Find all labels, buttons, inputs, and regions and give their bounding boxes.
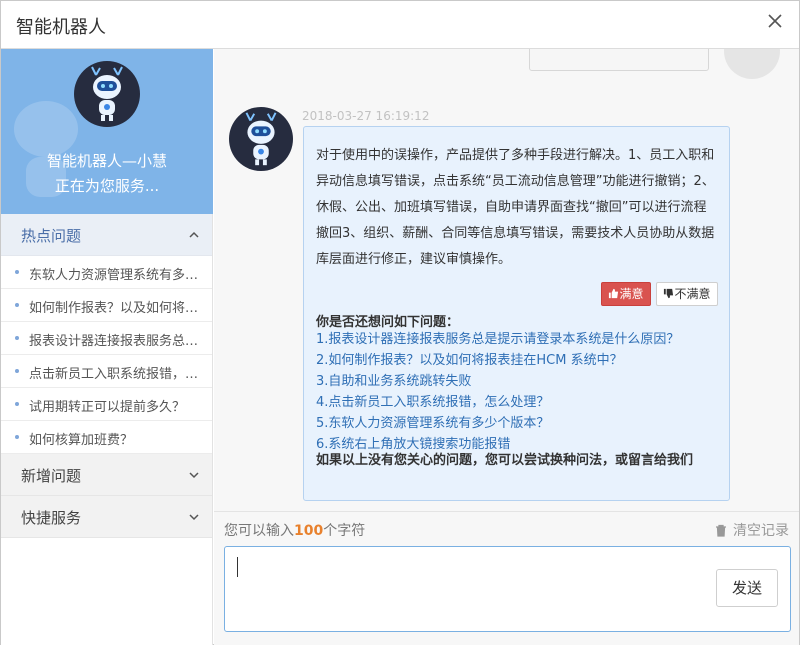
list-item[interactable]: 如何核算加班费？ xyxy=(1,421,212,454)
robot-avatar xyxy=(74,61,140,127)
suggestion-link[interactable]: 4.点击新员工入职系统报错，怎么处理？ xyxy=(316,392,679,413)
section-hot-label: 热点问题 xyxy=(21,227,82,245)
robot-avatar xyxy=(229,107,293,171)
list-item[interactable]: 东软人力资源管理系统有多少个版本？ xyxy=(1,256,212,289)
satisfied-button[interactable]: 满意 xyxy=(601,282,651,306)
thumbs-up-icon xyxy=(609,288,619,299)
unsatisfied-button[interactable]: 不满意 xyxy=(656,282,718,306)
list-item[interactable]: 如何制作报表？以及如何将报表挂在HCM 系统中？ xyxy=(1,289,212,322)
clear-history-button[interactable]: 清空记录 xyxy=(715,520,789,540)
section-new-questions[interactable]: 新增问题 xyxy=(1,454,212,496)
bullet-dot xyxy=(15,402,19,406)
bullet-dot xyxy=(15,303,19,307)
thumbs-down-icon xyxy=(664,288,674,299)
input-area: 您可以输入100个字符 清空记录 发送 xyxy=(214,511,799,645)
title-bar: 智能机器人 xyxy=(1,1,799,49)
window-title: 智能机器人 xyxy=(16,17,106,38)
satisfied-label: 满意 xyxy=(619,287,644,301)
chevron-down-icon xyxy=(189,472,199,479)
bullet-dot xyxy=(15,369,19,373)
chevron-down-icon xyxy=(189,514,199,521)
section-new-label: 新增问题 xyxy=(21,467,82,485)
previous-user-bubble xyxy=(529,49,709,71)
sidebar: 智能机器人—小慧 正在为您服务... 热点问题 东软人力资源管理系统有多少个版本… xyxy=(1,49,213,645)
section-hot-questions[interactable]: 热点问题 xyxy=(1,214,212,256)
bullet-dot xyxy=(15,336,19,340)
section-quick-label: 快捷服务 xyxy=(21,509,82,527)
char-limit-hint: 您可以输入100个字符 xyxy=(224,523,366,539)
suggestion-link[interactable]: 1.报表设计器连接报表服务总是提示请登录本系统是什么原因？ xyxy=(316,329,679,350)
user-avatar xyxy=(724,49,780,79)
chat-history[interactable]: 2018-03-27 16:19:12 对于使用中的误操作，产品提供了多种手段进… xyxy=(214,49,799,511)
message-timestamp: 2018-03-27 16:19:12 xyxy=(302,109,430,123)
robot-status: 正在为您服务... xyxy=(54,177,160,195)
section-quick-service[interactable]: 快捷服务 xyxy=(1,496,212,538)
char-limit-number: 100 xyxy=(294,523,324,539)
bullet-dot xyxy=(15,270,19,274)
answer-text: 对于使用中的误操作，产品提供了多种手段进行解决。1、员工入职和异动信息填写错误，… xyxy=(316,148,715,267)
trash-icon xyxy=(716,524,726,537)
suggestion-link[interactable]: 2.如何制作报表？以及如何将报表挂在HCM 系统中？ xyxy=(316,350,679,371)
clear-history-label: 清空记录 xyxy=(733,523,789,539)
suggestion-link[interactable]: 5.东软人力资源管理系统有多少个版本？ xyxy=(316,413,679,434)
hot-question-list: 东软人力资源管理系统有多少个版本？ 如何制作报表？以及如何将报表挂在HCM 系统… xyxy=(1,256,212,454)
suggestion-title: 你是否还想问如下问题： xyxy=(316,315,460,330)
suggestion-link[interactable]: 3.自助和业务系统跳转失败 xyxy=(316,371,679,392)
list-item[interactable]: 报表设计器连接报表服务总是提示请登录本系统是什么原因？ xyxy=(1,322,212,355)
message-input[interactable]: 发送 xyxy=(224,546,791,632)
unsatisfied-label: 不满意 xyxy=(674,287,711,301)
bullet-dot xyxy=(15,435,19,439)
list-item[interactable]: 试用期转正可以提前多久？ xyxy=(1,388,212,421)
suggestion-footer: 如果以上没有您关心的问题，您可以尝试换种问法，或留言给我们 xyxy=(316,453,694,468)
send-button[interactable]: 发送 xyxy=(716,569,778,607)
suggestion-list: 1.报表设计器连接报表服务总是提示请登录本系统是什么原因？ 2.如何制作报表？以… xyxy=(316,329,679,455)
chevron-up-icon xyxy=(189,231,199,238)
chat-window: 智能机器人 智能机器人—小慧 正在为您服务... 热点问题 东软人力资源管理系统… xyxy=(0,0,800,645)
robot-message-bubble: 对于使用中的误操作，产品提供了多种手段进行解决。1、员工入职和异动信息填写错误，… xyxy=(303,126,730,501)
close-icon[interactable] xyxy=(765,11,785,31)
robot-name: 智能机器人—小慧 xyxy=(46,152,167,170)
robot-profile: 智能机器人—小慧 正在为您服务... xyxy=(1,49,213,214)
list-item[interactable]: 点击新员工入职系统报错，怎么处理？ xyxy=(1,355,212,388)
text-caret xyxy=(237,557,238,577)
